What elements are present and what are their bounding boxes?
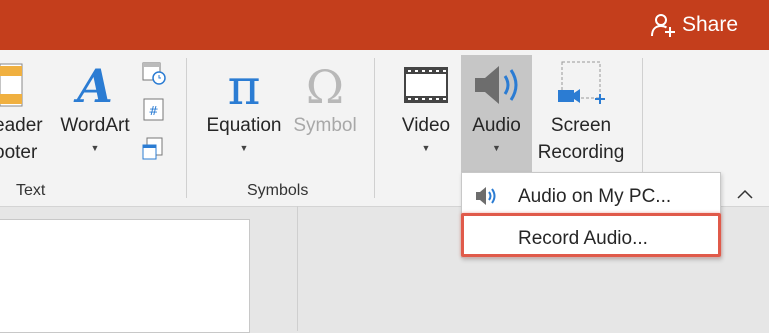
header-footer-icon	[0, 63, 23, 107]
video-button[interactable]: Video ▼	[395, 58, 457, 157]
slide-number-icon[interactable]: #	[142, 98, 166, 122]
equation-button[interactable]: π Equation ▼	[200, 58, 288, 157]
screen-recording-icon	[558, 61, 605, 104]
equation-dropdown-icon: ▼	[239, 143, 249, 153]
share-label: Share	[682, 13, 739, 36]
pi-icon: π	[228, 58, 261, 112]
screen-recording-button[interactable]: Screen Recording	[534, 58, 628, 166]
wordart-button[interactable]: A WordArt ▼	[55, 58, 135, 157]
svg-text:π: π	[228, 58, 261, 112]
slide-canvas[interactable]	[0, 219, 250, 333]
wordart-dropdown-icon: ▼	[90, 143, 100, 153]
share-button[interactable]: Share	[650, 10, 738, 40]
group-separator	[186, 58, 187, 198]
svg-text:#: #	[148, 104, 158, 118]
menu-item-label: Audio on My PC...	[518, 186, 672, 207]
symbol-button[interactable]: Ω Symbol	[288, 58, 362, 139]
header-footer-label-2: ooter	[0, 142, 38, 163]
video-dropdown-icon: ▼	[421, 143, 431, 153]
svg-text:A: A	[73, 59, 113, 112]
audio-dropdown-icon: ▼	[492, 143, 501, 153]
equation-label: Equation	[206, 115, 282, 136]
wordart-label: WordArt	[60, 115, 130, 136]
audio-button[interactable]: Audio ▼	[461, 58, 532, 157]
pane-divider[interactable]	[297, 206, 298, 331]
header-footer-button[interactable]: eader ooter	[0, 62, 46, 166]
wordart-icon: A	[73, 59, 113, 112]
speaker-icon	[475, 66, 518, 104]
add-person-icon	[651, 14, 675, 37]
header-footer-label-1: eader	[0, 115, 43, 136]
group-label-symbols: Symbols	[247, 182, 309, 199]
speaker-icon	[476, 187, 496, 205]
video-label: Video	[401, 115, 451, 136]
title-bar: Share	[0, 0, 769, 50]
group-label-text: Text	[16, 182, 46, 199]
omega-icon: Ω	[306, 60, 344, 112]
svg-text:Ω: Ω	[306, 60, 344, 112]
menu-item-audio-on-my-pc[interactable]: Audio on My PC...	[462, 177, 720, 215]
screen-recording-label-1: Screen	[550, 115, 612, 136]
collapse-ribbon-icon[interactable]	[737, 186, 753, 204]
object-icon[interactable]	[142, 137, 166, 161]
audio-label: Audio	[472, 115, 521, 136]
date-time-icon[interactable]	[142, 61, 166, 85]
highlight-box	[461, 213, 721, 257]
screen-recording-label-2: Recording	[537, 142, 625, 163]
symbol-label: Symbol	[293, 115, 357, 136]
film-strip-icon	[404, 67, 448, 103]
group-separator	[374, 58, 375, 198]
